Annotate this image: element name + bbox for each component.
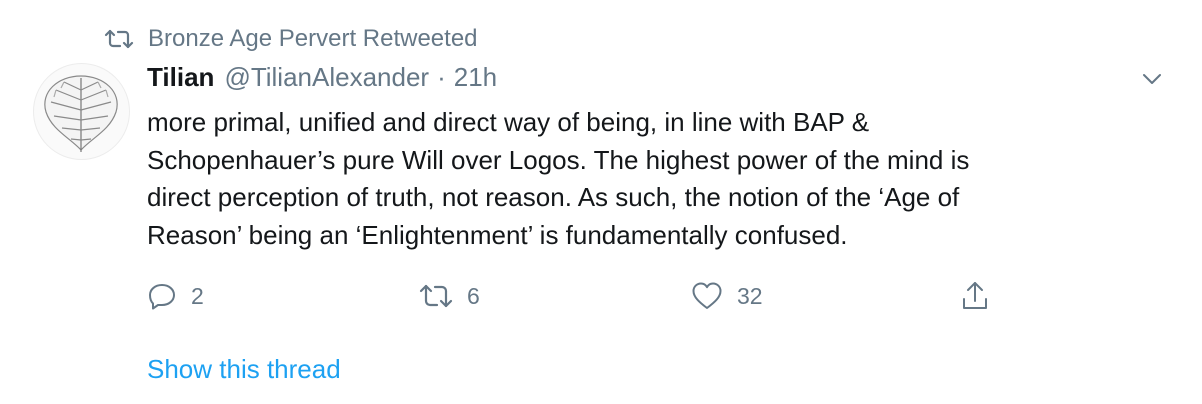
retweet-icon bbox=[104, 29, 134, 49]
tweet-text-line: direct perception of truth, not reason. … bbox=[147, 182, 960, 212]
like-count: 32 bbox=[737, 282, 763, 309]
show-thread-link[interactable]: Show this thread bbox=[147, 354, 341, 385]
separator-dot: · bbox=[437, 62, 446, 92]
author-handle[interactable]: @TilianAlexander bbox=[224, 62, 429, 93]
reply-count: 2 bbox=[191, 282, 204, 309]
share-icon bbox=[963, 282, 987, 309]
avatar[interactable] bbox=[33, 63, 130, 160]
tweet-card[interactable]: Bronze Age Pervert Retweeted Tilian @Til… bbox=[0, 0, 1202, 404]
retweet-banner: Bronze Age Pervert Retweeted bbox=[104, 22, 478, 56]
retweet-count: 6 bbox=[467, 282, 480, 309]
reply-icon bbox=[149, 284, 175, 310]
tweet-actions: 2 6 32 bbox=[147, 276, 1007, 316]
tweet-text: more primal, unified and direct way of b… bbox=[147, 104, 1147, 254]
tweet-text-line: Schopenhauer’s pure Will over Logos. The… bbox=[147, 144, 970, 175]
heart-icon bbox=[692, 282, 722, 309]
reply-button[interactable]: 2 bbox=[147, 276, 204, 316]
tweet-time[interactable]: 21h bbox=[454, 62, 497, 93]
share-button[interactable] bbox=[960, 276, 990, 316]
retweet-button[interactable]: 6 bbox=[419, 276, 480, 316]
author-name[interactable]: Tilian bbox=[147, 62, 214, 93]
tweet-text-line: more primal, unified and direct way of b… bbox=[147, 107, 870, 137]
chevron-down-icon[interactable] bbox=[1139, 66, 1165, 92]
tweet-header: Tilian @TilianAlexander · 21h bbox=[147, 62, 497, 98]
like-button[interactable]: 32 bbox=[691, 276, 763, 316]
retweet-banner-text[interactable]: Bronze Age Pervert Retweeted bbox=[148, 25, 478, 53]
retweet-icon bbox=[419, 284, 453, 308]
leaf-icon bbox=[44, 75, 118, 152]
tweet-text-line: Reason’ being an ‘Enlightenment’ is fund… bbox=[147, 219, 848, 250]
